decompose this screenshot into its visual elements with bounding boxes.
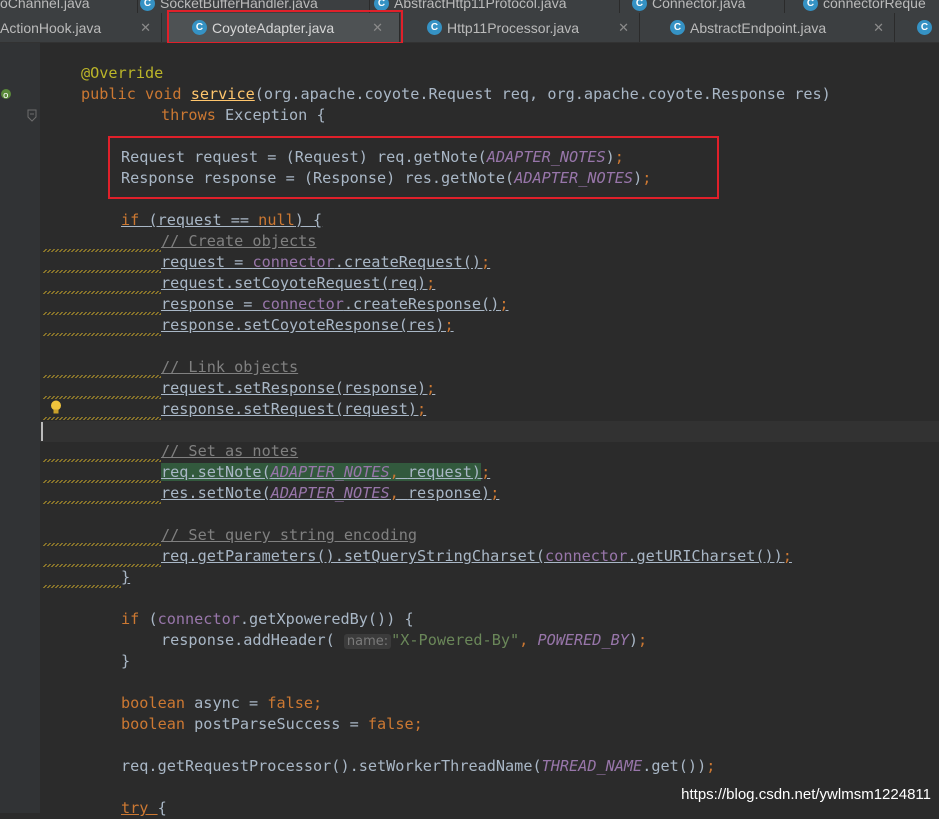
tab-connectorrequest[interactable]: CconnectorReque bbox=[785, 0, 939, 13]
class-icon: C bbox=[670, 20, 685, 35]
code-line: request.setCoyoteRequest(req); bbox=[161, 274, 436, 292]
class-icon: C bbox=[632, 0, 647, 11]
class-icon: C bbox=[917, 20, 932, 35]
code-line: @Override bbox=[81, 64, 164, 82]
code-line: if (connector.getXpoweredBy()) { bbox=[121, 610, 414, 628]
watermark: https://blog.csdn.net/ywlmsm1224811 bbox=[681, 786, 931, 803]
warning-squiggle bbox=[43, 333, 161, 336]
code-comment: // Link objects bbox=[161, 358, 299, 376]
code-line: boolean postParseSuccess = false; bbox=[121, 715, 423, 733]
warning-squiggle bbox=[43, 249, 161, 252]
warning-squiggle bbox=[43, 270, 161, 273]
code-line: req.setNote(ADAPTER_NOTES, request); bbox=[161, 463, 491, 481]
editor-tabs-row-1: oChannel.java C SocketBufferHandler.java … bbox=[0, 0, 939, 13]
lightbulb-icon[interactable] bbox=[50, 400, 62, 415]
warning-squiggle bbox=[43, 291, 161, 294]
code-line: throws Exception { bbox=[161, 106, 326, 124]
tab-actionhook[interactable]: ActionHook.java ✕ bbox=[0, 13, 162, 42]
svg-text:o: o bbox=[3, 91, 9, 101]
code-line: response.setRequest(request); bbox=[161, 400, 427, 418]
code-line: } bbox=[121, 568, 131, 586]
warning-squiggle bbox=[43, 417, 161, 420]
tab-ochannel[interactable]: oChannel.java bbox=[0, 0, 138, 13]
warning-squiggle bbox=[43, 375, 161, 378]
editor-gutter: o bbox=[0, 43, 40, 813]
tab-overflow[interactable]: C bbox=[895, 13, 939, 42]
code-line: response.setCoyoteResponse(res); bbox=[161, 316, 454, 334]
parameter-hint: name: bbox=[343, 634, 392, 649]
code-line: public void service(org.apache.coyote.Re… bbox=[81, 85, 831, 103]
code-line: request.setResponse(response); bbox=[161, 379, 436, 397]
warning-squiggle bbox=[43, 564, 161, 567]
close-icon[interactable]: ✕ bbox=[140, 20, 151, 36]
code-comment: // Create objects bbox=[161, 232, 317, 250]
close-icon[interactable]: ✕ bbox=[618, 20, 629, 36]
tab-abstractendpoint[interactable]: C AbstractEndpoint.java ✕ bbox=[640, 13, 895, 42]
tab-highlight-box bbox=[167, 10, 403, 44]
current-line-highlight bbox=[40, 421, 939, 442]
code-line: request = connector.createRequest(); bbox=[161, 253, 491, 271]
tab-connector[interactable]: C Connector.java bbox=[620, 0, 785, 13]
code-line: response.addHeader( name: "X-Powered-By",… bbox=[161, 631, 648, 649]
code-comment: // Set as notes bbox=[161, 442, 299, 460]
code-line: if (request == null) { bbox=[121, 211, 323, 229]
warning-squiggle bbox=[43, 585, 121, 588]
code-line: try { bbox=[121, 799, 167, 817]
editor-tabs-row-2: ActionHook.java ✕ C CoyoteAdapter.java ✕… bbox=[0, 13, 939, 43]
warning-squiggle bbox=[43, 501, 161, 504]
code-line: res.setNote(ADAPTER_NOTES, response); bbox=[161, 484, 500, 502]
override-gutter-icon[interactable]: o bbox=[0, 87, 12, 101]
code-line: req.getParameters().setQueryStringCharse… bbox=[161, 547, 792, 565]
code-line: } bbox=[121, 652, 131, 670]
text-caret bbox=[41, 422, 43, 441]
tab-http11processor[interactable]: C Http11Processor.java ✕ bbox=[405, 13, 640, 42]
warning-squiggle bbox=[43, 480, 161, 483]
close-icon[interactable]: ✕ bbox=[873, 20, 884, 36]
warning-squiggle bbox=[43, 543, 161, 546]
class-icon: C bbox=[803, 0, 818, 11]
code-line: boolean async = false; bbox=[121, 694, 323, 712]
class-icon: C bbox=[140, 0, 155, 11]
warning-squiggle bbox=[43, 312, 161, 315]
tab-abstracthttp11protocol[interactable]: C AbstractHttp11Protocol.java bbox=[370, 0, 620, 13]
code-highlight-box bbox=[108, 136, 719, 199]
warning-squiggle bbox=[43, 396, 161, 399]
fold-marker-icon[interactable] bbox=[26, 109, 38, 123]
code-line: response = connector.createResponse(); bbox=[161, 295, 509, 313]
class-icon: C bbox=[427, 20, 442, 35]
code-line: req.getRequestProcessor().setWorkerThrea… bbox=[121, 757, 716, 775]
code-comment: // Set query string encoding bbox=[161, 526, 418, 544]
warning-squiggle bbox=[43, 459, 161, 462]
